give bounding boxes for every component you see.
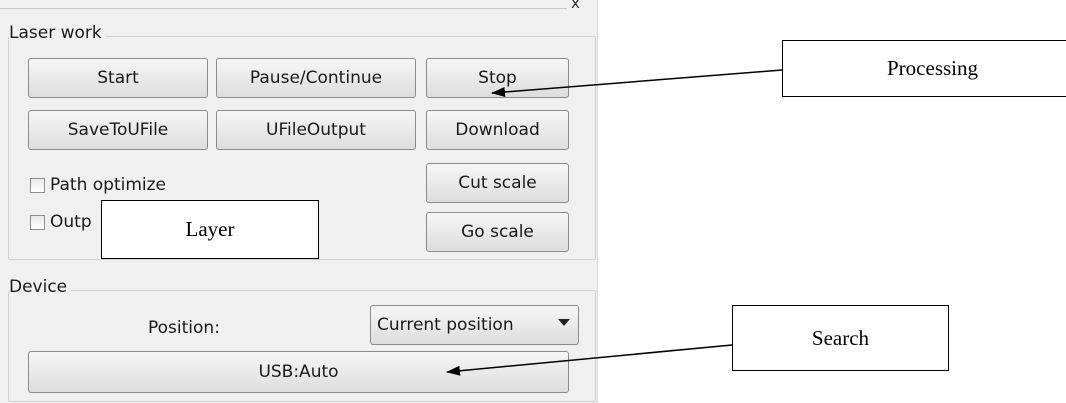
search-arrow <box>446 344 733 376</box>
callout-arrows <box>446 69 783 376</box>
processing-arrow <box>491 69 783 97</box>
